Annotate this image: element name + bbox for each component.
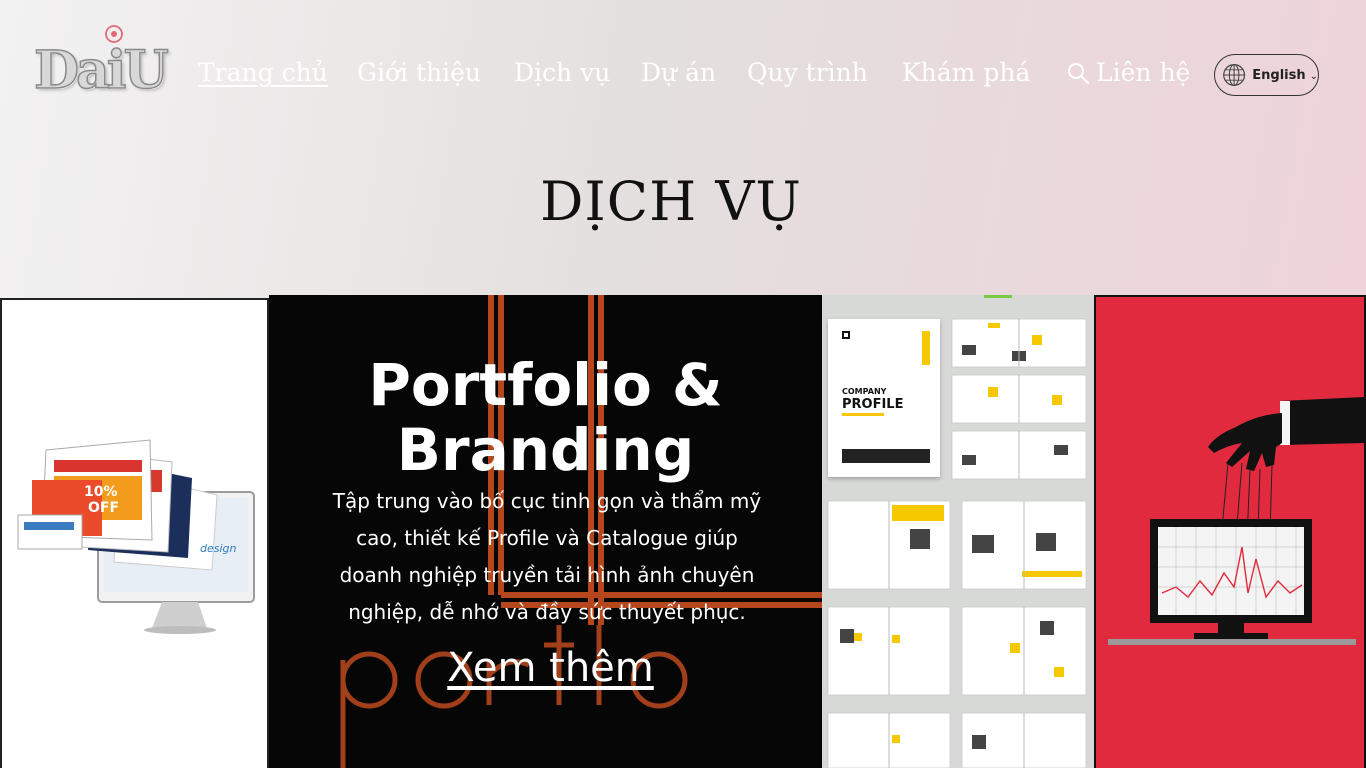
portfolio-title: Portfolio & Branding — [269, 353, 822, 483]
nav-item-home[interactable]: Trang chủ — [198, 56, 328, 90]
portfolio-title-line2: Branding — [396, 416, 695, 484]
services-carousel: 10% OFF design Portfolio & Branding Tập … — [0, 295, 1366, 768]
nav-item-projects[interactable]: Dự án — [641, 56, 716, 90]
puppet-monitor-illustration — [1108, 397, 1364, 645]
service-card-profile[interactable]: COMPANY PROFILE — [822, 295, 1094, 768]
nav-item-services[interactable]: Dịch vụ — [514, 56, 610, 90]
language-label: English — [1252, 67, 1306, 83]
design-text: design — [200, 542, 237, 555]
site-header: DaiU Trang chủ Giới thiệu Dịch vụ Dự án … — [0, 0, 1366, 150]
service-card-web[interactable]: 10% OFF design — [0, 298, 269, 768]
nav-item-explore[interactable]: Khám phá — [902, 56, 1030, 90]
portfolio-more-link[interactable]: Xem thêm — [269, 645, 822, 691]
profile-spreads — [827, 318, 1087, 768]
nav-item-contact[interactable]: Liên hệ — [1096, 56, 1190, 90]
chevron-down-icon: ⌄ — [1309, 70, 1318, 82]
portfolio-description: Tập trung vào bố cục tinh gọn và thẩm mỹ… — [332, 489, 762, 624]
service-card-marketing[interactable] — [1094, 295, 1366, 768]
page-title: DỊCH VỤ — [540, 170, 802, 233]
main-nav: Trang chủ Giới thiệu Dịch vụ Dự án Quy t… — [0, 56, 1366, 92]
language-switcher[interactable]: English ⌄ — [1214, 54, 1319, 96]
search-icon[interactable] — [1066, 61, 1090, 85]
promo-text-2: OFF — [88, 500, 119, 516]
nav-item-about[interactable]: Giới thiệu — [357, 56, 481, 90]
promo-text-1: 10% — [84, 484, 118, 500]
service-card-portfolio[interactable]: Portfolio & Branding Tập trung vào bố cụ… — [269, 295, 822, 768]
nav-item-process[interactable]: Quy trình — [747, 56, 868, 90]
portfolio-title-line1: Portfolio & — [368, 351, 723, 419]
globe-icon — [1223, 64, 1246, 86]
website-devices-image: 10% OFF design — [17, 439, 255, 634]
